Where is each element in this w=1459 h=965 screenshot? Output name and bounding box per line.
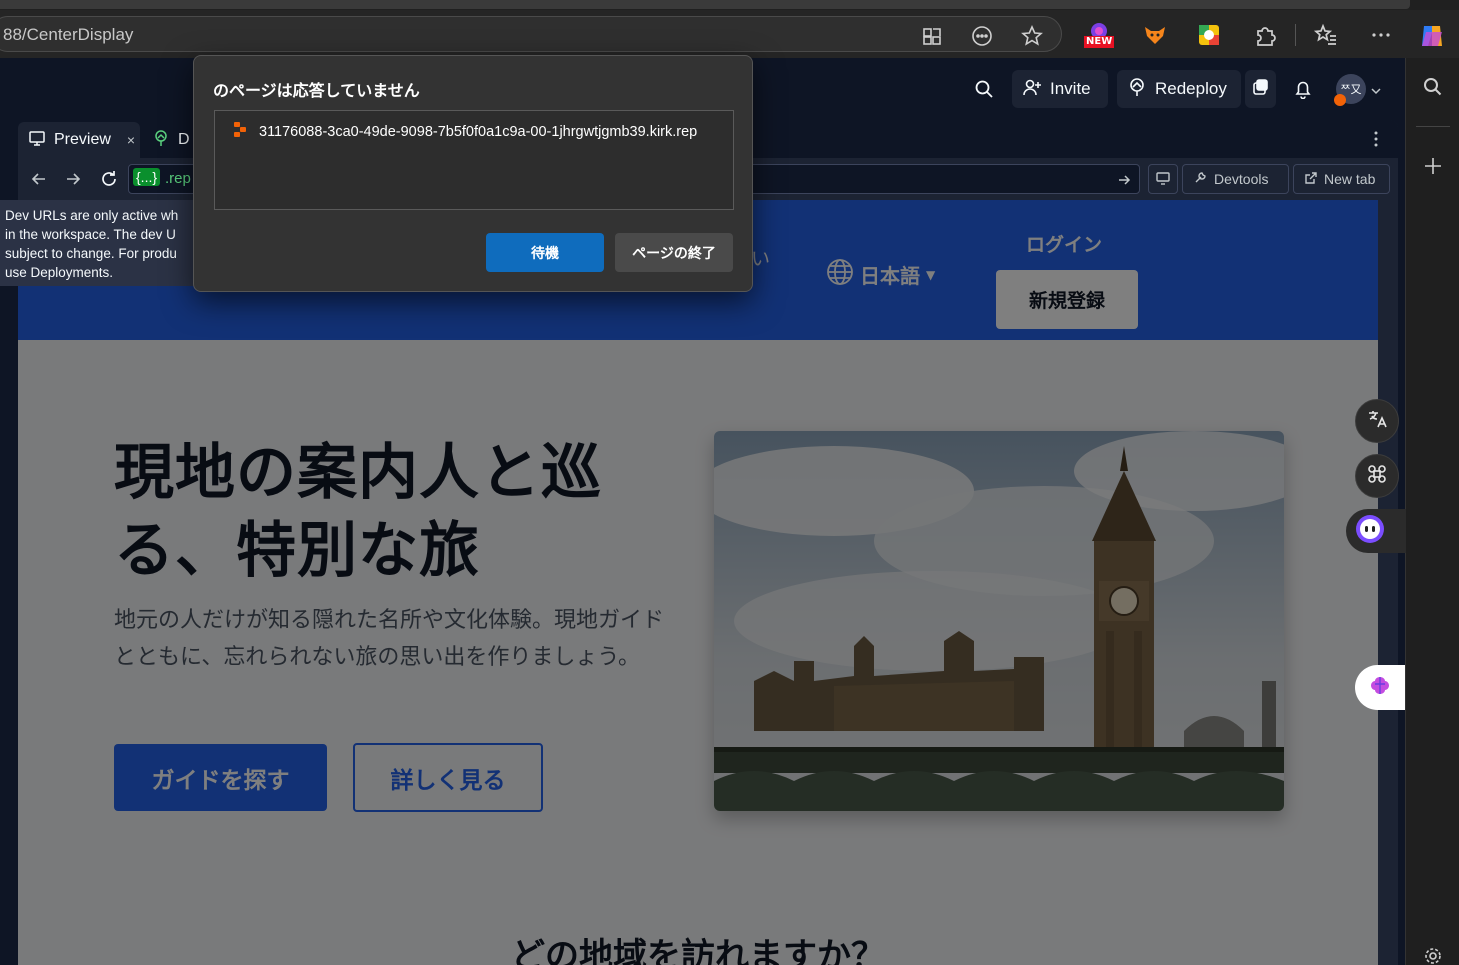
ai-brain-button[interactable] (1355, 665, 1405, 710)
dev-url-tooltip: Dev URLs are only active wh in the works… (0, 200, 200, 286)
invite-button[interactable]: Invite (1012, 70, 1108, 108)
settings-more-icon[interactable] (1368, 22, 1394, 48)
extension-new-icon[interactable]: NEW (1084, 22, 1115, 48)
signup-button[interactable]: 新規登録 (996, 270, 1138, 329)
favorites-icon[interactable] (1313, 22, 1339, 48)
nav-link-partial[interactable]: い (751, 244, 770, 271)
tooltip-line: subject to change. For produ (5, 246, 177, 261)
learn-more-button[interactable]: 詳しく見る (353, 743, 543, 812)
brain-icon (1367, 673, 1393, 703)
forward-arrow-icon[interactable] (64, 170, 82, 192)
new-tab-button[interactable]: New tab (1293, 164, 1390, 194)
tooltip-line: use Deployments. (5, 265, 114, 280)
pane-options-icon[interactable] (1370, 130, 1382, 152)
avatar-status-dot (1334, 94, 1346, 106)
avatar-chevron-down-icon[interactable] (1370, 82, 1382, 101)
sidebar-search-icon[interactable] (1422, 76, 1444, 102)
deployment-window-icon (1251, 78, 1269, 101)
tooltip-line: Dev URLs are only active wh (5, 208, 179, 223)
assistant-bot-button[interactable] (1346, 509, 1406, 553)
unresponsive-page-item[interactable]: 31176088-3ca0-49de-9098-7b5f0f0a1c9a-00-… (231, 121, 697, 143)
screen: 88/CenterDisplay NEW Invite Redeploy ᄍ又 … (0, 0, 1459, 965)
translate-icon (1366, 408, 1388, 434)
tab-deployments-label: D (178, 131, 190, 148)
page-unresponsive-dialog: のページは応答していません 31176088-3ca0-49de-9098-7b… (193, 55, 753, 292)
notifications-bell-icon[interactable] (1293, 79, 1313, 103)
browser-toolbar: 88/CenterDisplay NEW (0, 10, 1459, 58)
redeploy-button[interactable]: Redeploy (1117, 70, 1241, 108)
reload-icon[interactable] (99, 169, 119, 193)
extensions-puzzle-icon[interactable] (1252, 22, 1278, 48)
hero-image-big-ben (714, 431, 1284, 811)
address-bar[interactable]: 88/CenterDisplay (0, 16, 1062, 52)
sidebar-divider (1416, 126, 1450, 127)
browser-tab-strip (0, 0, 1459, 10)
url-domain: .rep (165, 170, 191, 187)
monitor-icon (28, 129, 46, 152)
tab-strip-bar (0, 0, 1410, 9)
tab-close-icon[interactable]: × (127, 132, 135, 148)
hero-title: 現地の案内人と巡る、特別な旅 (114, 438, 602, 586)
toolbar-divider (1295, 24, 1296, 46)
command-key-icon (1366, 463, 1388, 489)
find-guide-button[interactable]: ガイドを探す (114, 744, 327, 811)
screen-icon (1155, 170, 1171, 189)
more-actions-icon[interactable] (971, 25, 993, 47)
deploy-tab-icon (152, 129, 170, 152)
globe-icon (826, 258, 854, 291)
external-link-icon (1304, 171, 1318, 188)
command-tool-button[interactable] (1355, 454, 1399, 498)
wrench-icon (1193, 170, 1208, 188)
website-preview: い 日本語 ▼ ログイン 新規登録 現地の案内人と巡る、特別な旅 地元の人だけが… (18, 200, 1378, 965)
add-user-icon (1022, 77, 1042, 102)
go-arrow-icon[interactable] (1117, 172, 1131, 191)
wait-button[interactable]: 待機 (486, 233, 604, 272)
caret-down-icon: ▼ (926, 267, 936, 282)
new-tab-label: New tab (1324, 171, 1376, 187)
device-toggle-button[interactable] (1148, 164, 1178, 194)
fox-extension-icon[interactable] (1142, 22, 1168, 48)
app-available-icon[interactable] (921, 25, 943, 47)
login-link[interactable]: ログイン (1026, 230, 1102, 257)
browser-sidebar (1405, 58, 1459, 965)
exit-page-button[interactable]: ページの終了 (615, 233, 733, 272)
devtools-label: Devtools (1214, 171, 1269, 187)
devtools-button[interactable]: Devtools (1182, 164, 1289, 194)
workspace-search-icon[interactable] (974, 79, 994, 103)
deploy-icon (1127, 77, 1147, 102)
redeploy-label: Redeploy (1155, 79, 1227, 98)
translate-tool-button[interactable] (1355, 399, 1399, 443)
invite-label: Invite (1050, 79, 1091, 98)
tab-preview-label: Preview (54, 131, 111, 148)
url-secret-badge: {...} (133, 168, 161, 186)
sidebar-settings-icon[interactable] (1423, 946, 1443, 965)
tooltip-line: in the workspace. The dev U (5, 227, 176, 242)
copilot-icon[interactable] (1418, 22, 1444, 48)
bot-face-icon (1354, 513, 1386, 549)
color-extension-icon[interactable] (1196, 22, 1222, 48)
language-label: 日本語 (860, 264, 920, 288)
back-arrow-icon[interactable] (30, 170, 48, 192)
dialog-title: のページは応答していません (213, 81, 420, 100)
new-badge: NEW (1084, 36, 1115, 48)
tab-preview[interactable]: Preview × (18, 122, 140, 158)
sidebar-add-icon[interactable] (1423, 156, 1443, 180)
unresponsive-page-url: 31176088-3ca0-49de-9098-7b5f0f0a1c9a-00-… (259, 124, 698, 140)
deployment-status-button[interactable] (1245, 70, 1276, 108)
hero-subtitle: 地元の人だけが知る隠れた名所や文化体験。現地ガイドとともに、忘れられない旅の思い… (114, 608, 665, 670)
unresponsive-page-list: 31176088-3ca0-49de-9098-7b5f0f0a1c9a-00-… (214, 110, 734, 210)
favorite-star-icon[interactable] (1021, 25, 1043, 47)
language-selector[interactable]: 日本語 ▼ (826, 258, 935, 291)
section-title: どの地域を訪れますか？ (511, 936, 885, 965)
user-avatar[interactable]: ᄍ又 (1334, 74, 1366, 106)
address-url[interactable]: 88/CenterDisplay (3, 25, 133, 45)
replit-favicon-icon (231, 121, 249, 143)
